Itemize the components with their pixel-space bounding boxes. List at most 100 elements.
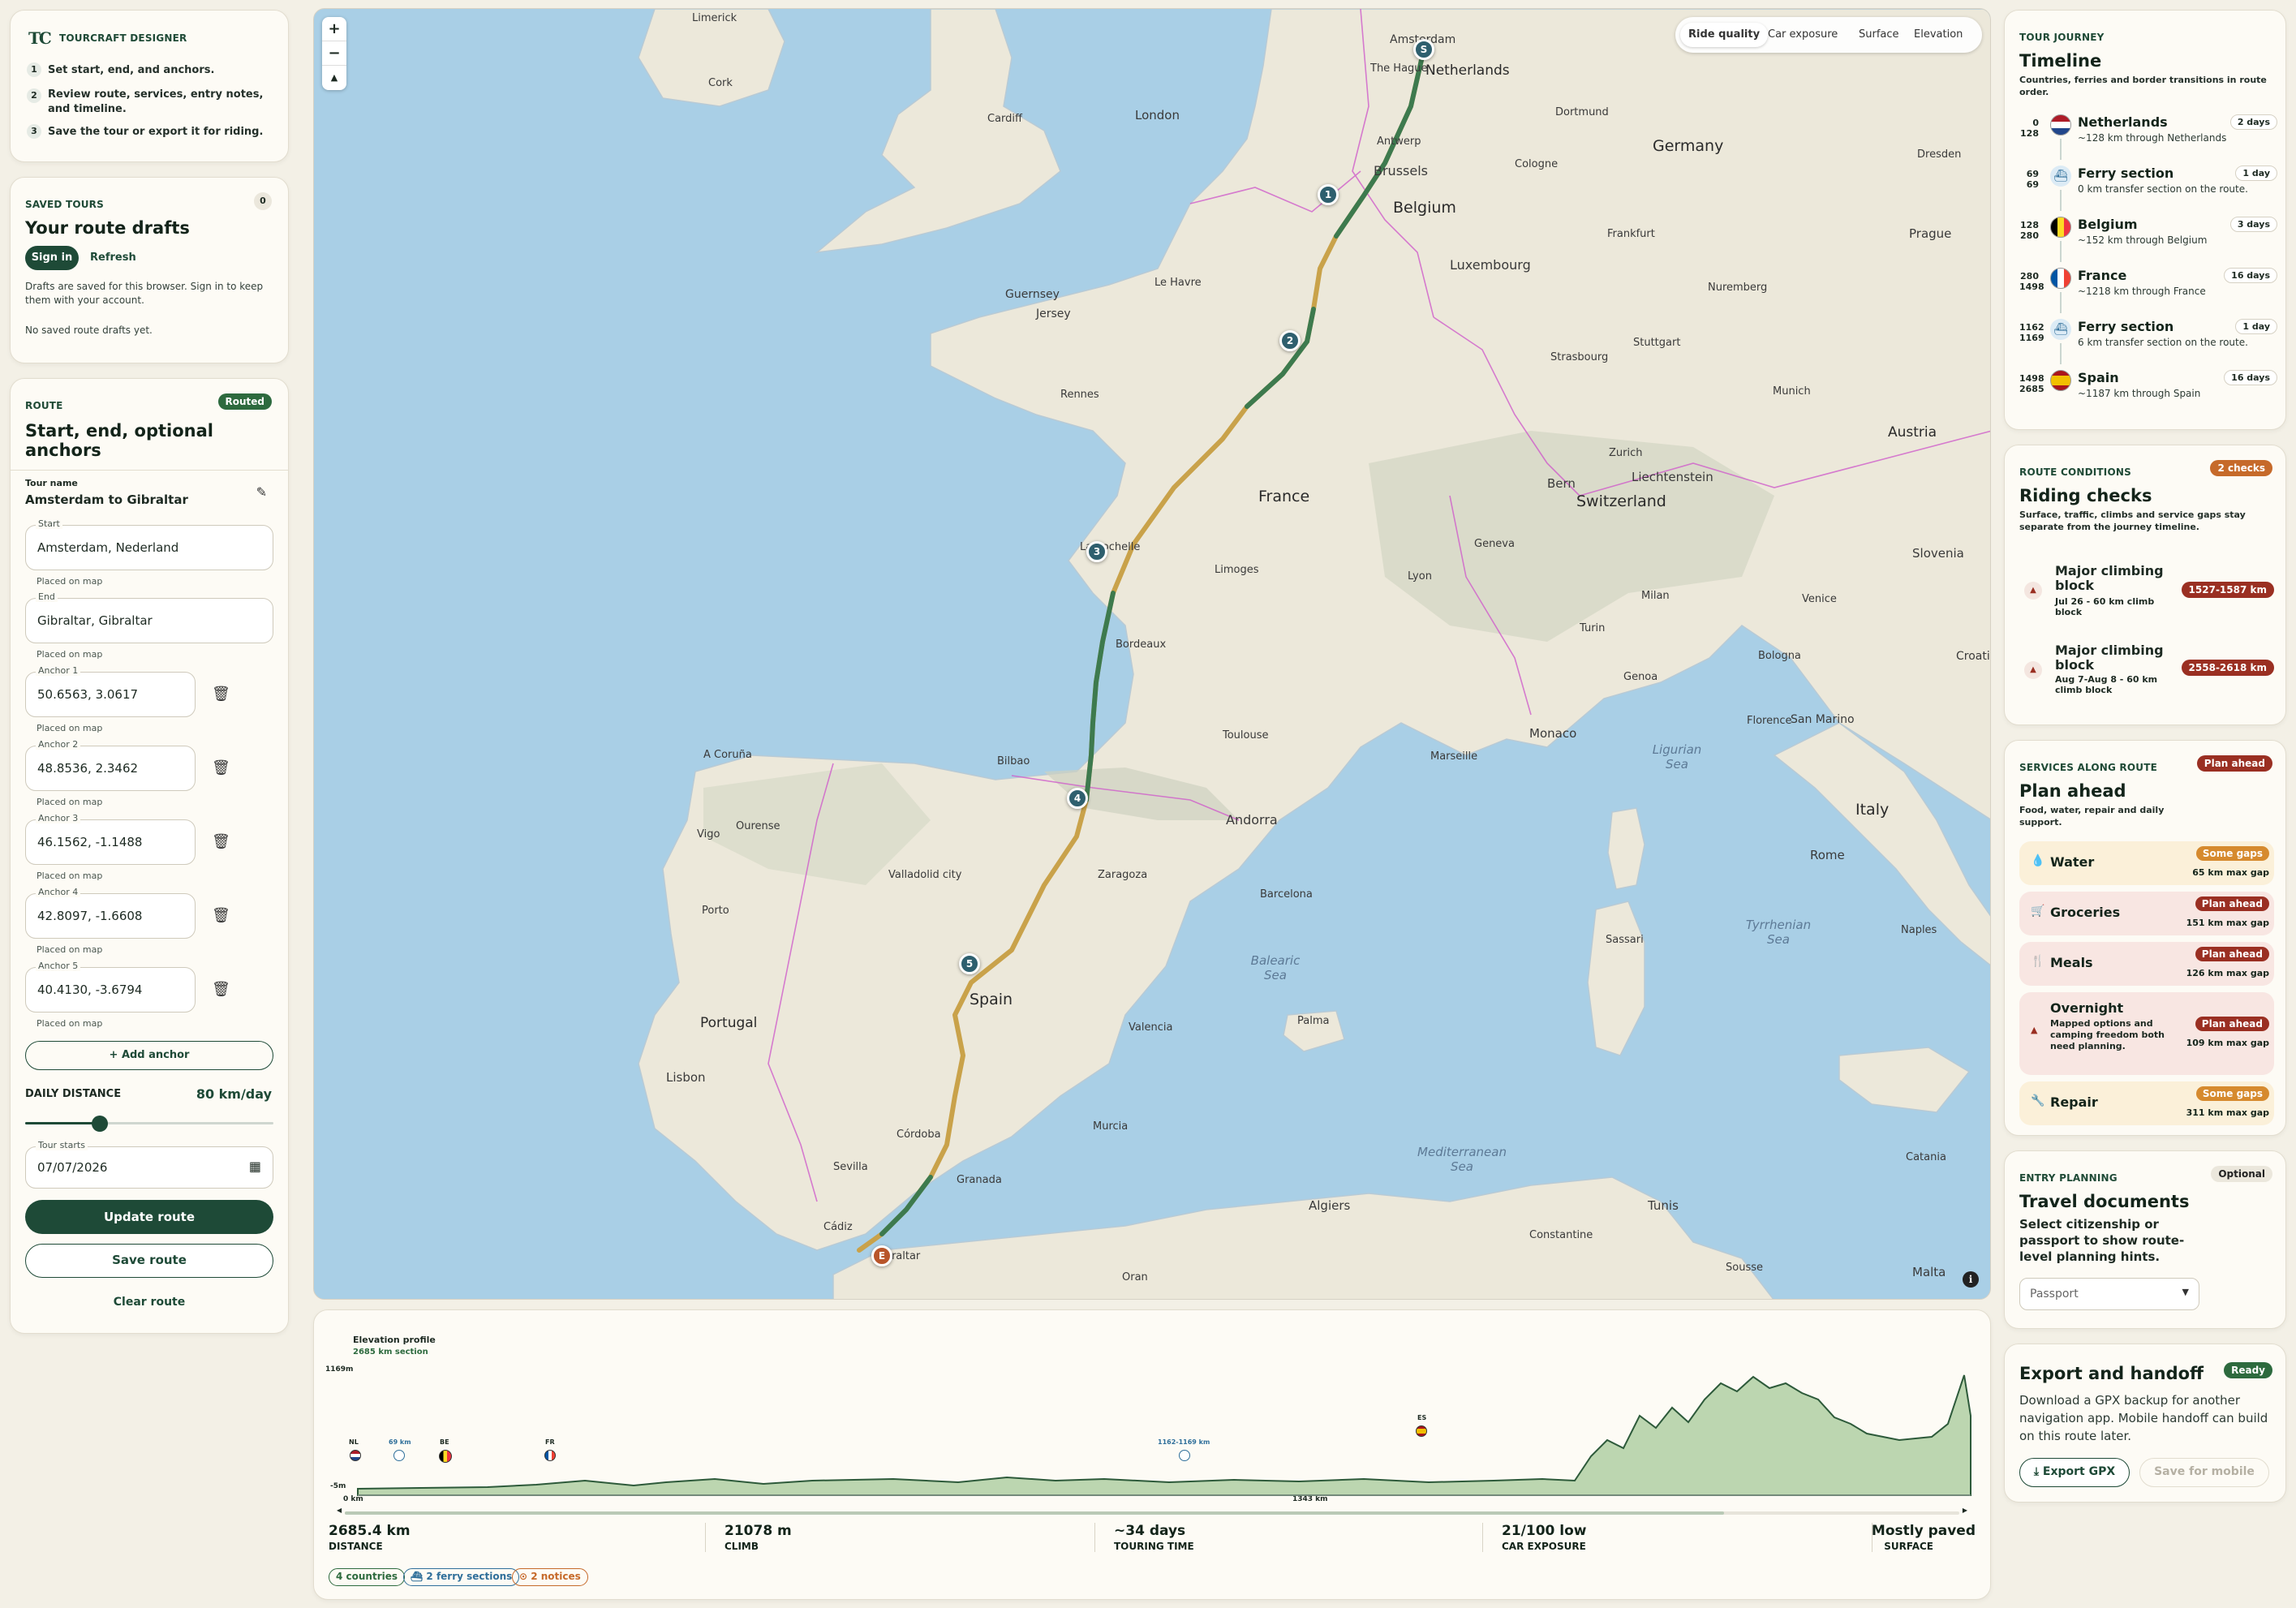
export-card: Export and handoff Ready Download a GPX … bbox=[2004, 1344, 2286, 1503]
map-label: Prague bbox=[1909, 226, 1952, 241]
anchor-2-field[interactable]: Anchor 2 48.8536, 2.3462 bbox=[25, 739, 196, 791]
calendar-icon[interactable]: ▦ bbox=[249, 1159, 261, 1174]
service-overnight[interactable]: ▲ Overnight Mapped options and camping f… bbox=[2019, 992, 2274, 1075]
service-groceries[interactable]: 🛒 Groceries Plan ahead 151 km max gap bbox=[2019, 892, 2274, 935]
export-text: Download a GPX backup for another naviga… bbox=[2019, 1393, 2268, 1443]
zoom-out-button[interactable]: − bbox=[322, 41, 346, 66]
range-end: 1498 bbox=[2019, 282, 2044, 292]
condition-range-badge: 2558-2618 km bbox=[2181, 660, 2274, 676]
map-label: Mediterranean Sea bbox=[1417, 1145, 1507, 1174]
condition-title: Major climbing block bbox=[2055, 643, 2164, 673]
range-end: 69 bbox=[2026, 179, 2039, 190]
slider-thumb[interactable] bbox=[91, 1116, 108, 1132]
anchor-5-field[interactable]: Anchor 5 40.4130, -3.6794 bbox=[25, 961, 196, 1013]
trash-icon[interactable]: 🗑 bbox=[212, 686, 230, 703]
scroll-right-icon[interactable]: ▶ bbox=[1963, 1507, 1967, 1514]
scroll-left-icon[interactable]: ◀ bbox=[337, 1507, 342, 1514]
update-route-button[interactable]: Update route bbox=[25, 1200, 273, 1234]
map-label: Naples bbox=[1901, 924, 1937, 936]
add-anchor-button[interactable]: + Add anchor bbox=[25, 1041, 273, 1070]
route-marker-anchor[interactable]: 2 bbox=[1279, 330, 1301, 351]
passport-select[interactable]: Passport ▼ bbox=[2019, 1278, 2199, 1310]
route-marker-anchor[interactable]: 4 bbox=[1067, 788, 1088, 809]
trash-icon[interactable]: 🗑 bbox=[212, 759, 230, 776]
flag-fr-icon bbox=[544, 1450, 556, 1461]
edit-icon[interactable]: ✎ bbox=[256, 484, 267, 500]
end-field[interactable]: End Gibraltar, Gibraltar bbox=[25, 591, 273, 643]
map-label: Zaragoza bbox=[1098, 869, 1148, 881]
tab-elevation[interactable]: Elevation bbox=[1906, 23, 1971, 47]
condition-item[interactable]: ▲ Major climbing block Jul 26 - 60 km cl… bbox=[2019, 564, 2274, 629]
refresh-button[interactable]: Refresh bbox=[90, 246, 136, 270]
compass-button[interactable]: ▲ bbox=[322, 66, 346, 90]
chip-notices[interactable]: ⊙ 2 notices bbox=[512, 1568, 588, 1586]
elevation-scrollbar[interactable]: ◀ ▶ bbox=[337, 1507, 1967, 1516]
info-icon[interactable]: i bbox=[1963, 1271, 1979, 1288]
map-label: Sassari bbox=[1606, 934, 1644, 946]
tab-car-exposure[interactable]: Car exposure bbox=[1760, 23, 1846, 47]
timeline-range: 280 1498 bbox=[2019, 271, 2044, 292]
passport-placeholder: Passport bbox=[2030, 1288, 2079, 1301]
timeline-row[interactable]: 1498 2685 Spain ~1187 km through Spain 16… bbox=[2019, 370, 2277, 415]
service-meals[interactable]: 🍴 Meals Plan ahead 126 km max gap bbox=[2019, 942, 2274, 986]
add-anchor-label: Add anchor bbox=[121, 1049, 190, 1061]
water-drop-icon: 💧 bbox=[2031, 854, 2045, 867]
start-field[interactable]: Start Amsterdam, Nederland bbox=[25, 518, 273, 570]
service-repair[interactable]: 🔧 Repair Some gaps 311 km max gap bbox=[2019, 1081, 2274, 1125]
map-label: Algiers bbox=[1309, 1198, 1351, 1213]
export-gpx-button[interactable]: ⤓ Export GPX bbox=[2019, 1458, 2130, 1487]
tab-ride-quality[interactable]: Ride quality bbox=[1680, 23, 1769, 47]
map-label: Monaco bbox=[1529, 726, 1577, 741]
anchor-4-field[interactable]: Anchor 4 42.8097, -1.6608 bbox=[25, 887, 196, 939]
anchor-3-field[interactable]: Anchor 3 46.1562, -1.1488 bbox=[25, 813, 196, 865]
trash-icon[interactable]: 🗑 bbox=[212, 833, 230, 850]
map-label: Constantine bbox=[1529, 1229, 1593, 1241]
sign-in-button[interactable]: Sign in bbox=[25, 246, 79, 270]
timeline-row[interactable]: 69 69 ⛴ Ferry section 0 km transfer secti… bbox=[2019, 166, 2277, 211]
timeline-row[interactable]: 128 280 Belgium ~152 km through Belgium 3… bbox=[2019, 217, 2277, 262]
chip-countries[interactable]: 4 countries bbox=[329, 1568, 406, 1586]
save-mobile-button[interactable]: Save for mobile bbox=[2139, 1458, 2269, 1487]
route-marker-anchor[interactable]: 3 bbox=[1086, 541, 1107, 562]
trash-icon[interactable]: 🗑 bbox=[212, 981, 230, 998]
anchor-1-field[interactable]: Anchor 1 50.6563, 3.0617 bbox=[25, 665, 196, 717]
tour-name-value[interactable]: Amsterdam to Gibraltar bbox=[25, 492, 188, 507]
saved-count-badge: 0 bbox=[254, 192, 272, 210]
chip-ferry[interactable]: ⛴ 2 ferry sections bbox=[403, 1568, 520, 1586]
route-marker-end[interactable]: E bbox=[871, 1245, 892, 1266]
elevation-chart[interactable] bbox=[325, 1359, 1980, 1497]
timeline-row[interactable]: 0 128 Netherlands ~128 km through Netherl… bbox=[2019, 114, 2277, 160]
service-water[interactable]: 💧 Water Some gaps 65 km max gap bbox=[2019, 841, 2274, 885]
map-canvas[interactable] bbox=[314, 9, 1991, 1300]
condition-item[interactable]: ▲ Major climbing block Aug 7-Aug 8 - 60 … bbox=[2019, 643, 2274, 708]
land-sicily bbox=[1838, 1047, 1971, 1113]
placed-note: Placed on map bbox=[37, 871, 103, 881]
timeline-row[interactable]: 280 1498 France ~1218 km through France 1… bbox=[2019, 268, 2277, 313]
saved-empty: No saved route drafts yet. bbox=[25, 325, 153, 336]
timeline-row[interactable]: 1162 1169 ⛴ Ferry section 6 km transfer s… bbox=[2019, 319, 2277, 364]
tab-surface[interactable]: Surface bbox=[1851, 23, 1907, 47]
route-marker-start[interactable]: S bbox=[1413, 39, 1434, 60]
stat-climb-label: CLIMB bbox=[724, 1541, 759, 1552]
route-marker-anchor[interactable]: 5 bbox=[959, 953, 980, 974]
map-label: Guernsey bbox=[1005, 288, 1060, 301]
tour-starts-field[interactable]: Tour starts 07/07/2026 ▦ bbox=[25, 1140, 273, 1189]
service-name: Water bbox=[2050, 854, 2095, 870]
trash-icon[interactable]: 🗑 bbox=[212, 907, 230, 924]
land-continental-europe bbox=[638, 9, 1990, 1251]
map-label: Valencia bbox=[1129, 1021, 1173, 1034]
map-label: Bologna bbox=[1758, 650, 1801, 662]
zoom-in-button[interactable]: + bbox=[322, 17, 346, 41]
entry-subtitle: Select citizenship or passport to show r… bbox=[2019, 1217, 2185, 1264]
save-route-button[interactable]: Save route bbox=[25, 1244, 273, 1278]
step-1: 1 Set start, end, and anchors. bbox=[27, 62, 278, 87]
clear-route-button[interactable]: Clear route bbox=[25, 1288, 273, 1317]
map-container[interactable]: Amsterdam The Hague Netherlands Antwerp … bbox=[313, 8, 1991, 1300]
timeline-range: 69 69 bbox=[2019, 169, 2039, 190]
range-start: 1162 bbox=[2019, 322, 2044, 333]
scrollbar-thumb[interactable] bbox=[345, 1511, 1724, 1515]
route-marker-anchor[interactable]: 1 bbox=[1318, 184, 1339, 205]
flag-es-icon bbox=[2050, 370, 2071, 391]
map-label: Stuttgart bbox=[1633, 337, 1681, 349]
daily-distance-slider[interactable] bbox=[25, 1116, 273, 1132]
